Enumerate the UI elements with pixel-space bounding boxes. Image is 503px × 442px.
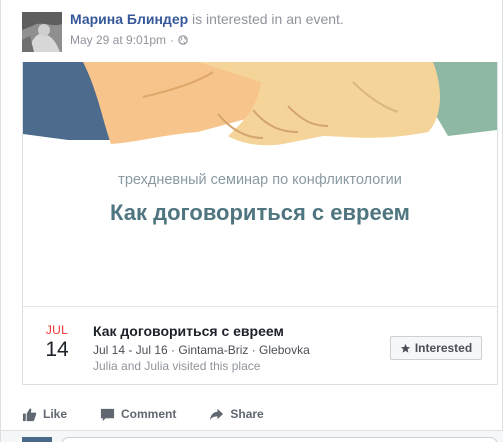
event-details: Jul 14 - Jul 16 · Gintama-Briz · Glebovk… — [93, 343, 310, 357]
author-action-text: is interested in an event. — [192, 11, 344, 27]
cover-title: Как договориться с евреем — [110, 200, 410, 225]
event-day: 14 — [45, 338, 69, 361]
post-timestamp[interactable]: May 29 at 9:01pm — [70, 33, 166, 47]
comment-button[interactable]: Comment — [100, 407, 176, 422]
event-cover-image[interactable]: трехдневный семинар по конфликтологии Ка… — [23, 62, 497, 307]
composer-avatar — [22, 437, 52, 442]
comment-input[interactable] — [61, 437, 498, 442]
avatar[interactable] — [22, 12, 62, 52]
share-label: Share — [230, 407, 264, 421]
star-icon — [400, 343, 410, 353]
post-author-line: Марина Блиндер is interested in an event… — [70, 11, 344, 27]
share-button[interactable]: Share — [209, 407, 264, 422]
share-arrow-icon — [210, 408, 224, 420]
feed-post: Марина Блиндер is interested in an event… — [0, 0, 503, 442]
comment-label: Comment — [121, 407, 177, 421]
post-actions: Like Comment Share — [22, 398, 498, 430]
comment-composer — [1, 430, 503, 442]
cover-subtitle: трехдневный семинар по конфликтологии — [118, 172, 402, 188]
event-attachment[interactable]: трехдневный семинар по конфликтологии Ка… — [22, 62, 498, 385]
comment-icon — [100, 408, 115, 421]
interested-label: Interested — [414, 341, 473, 355]
post-header: Марина Блиндер is interested in an event… — [22, 10, 494, 54]
like-button[interactable]: Like — [22, 407, 67, 422]
post-meta: May 29 at 9:01pm · — [70, 33, 188, 47]
avatar-photo-icon — [22, 12, 62, 52]
event-month: JUL — [45, 323, 69, 337]
handshake-illustration — [23, 62, 497, 146]
event-date: JUL 14 — [37, 323, 77, 362]
event-info: JUL 14 Как договориться с евреем Jul 14 … — [23, 307, 497, 383]
author-name[interactable]: Марина Блиндер — [70, 11, 188, 27]
like-label: Like — [43, 407, 68, 421]
event-title[interactable]: Как договориться с евреем — [93, 323, 284, 339]
thumbs-up-icon — [22, 407, 37, 421]
interested-button[interactable]: Interested — [390, 336, 482, 360]
globe-icon[interactable] — [178, 35, 188, 45]
event-visited-text: Julia and Julia visited this place — [93, 359, 261, 373]
meta-separator: · — [170, 33, 175, 47]
